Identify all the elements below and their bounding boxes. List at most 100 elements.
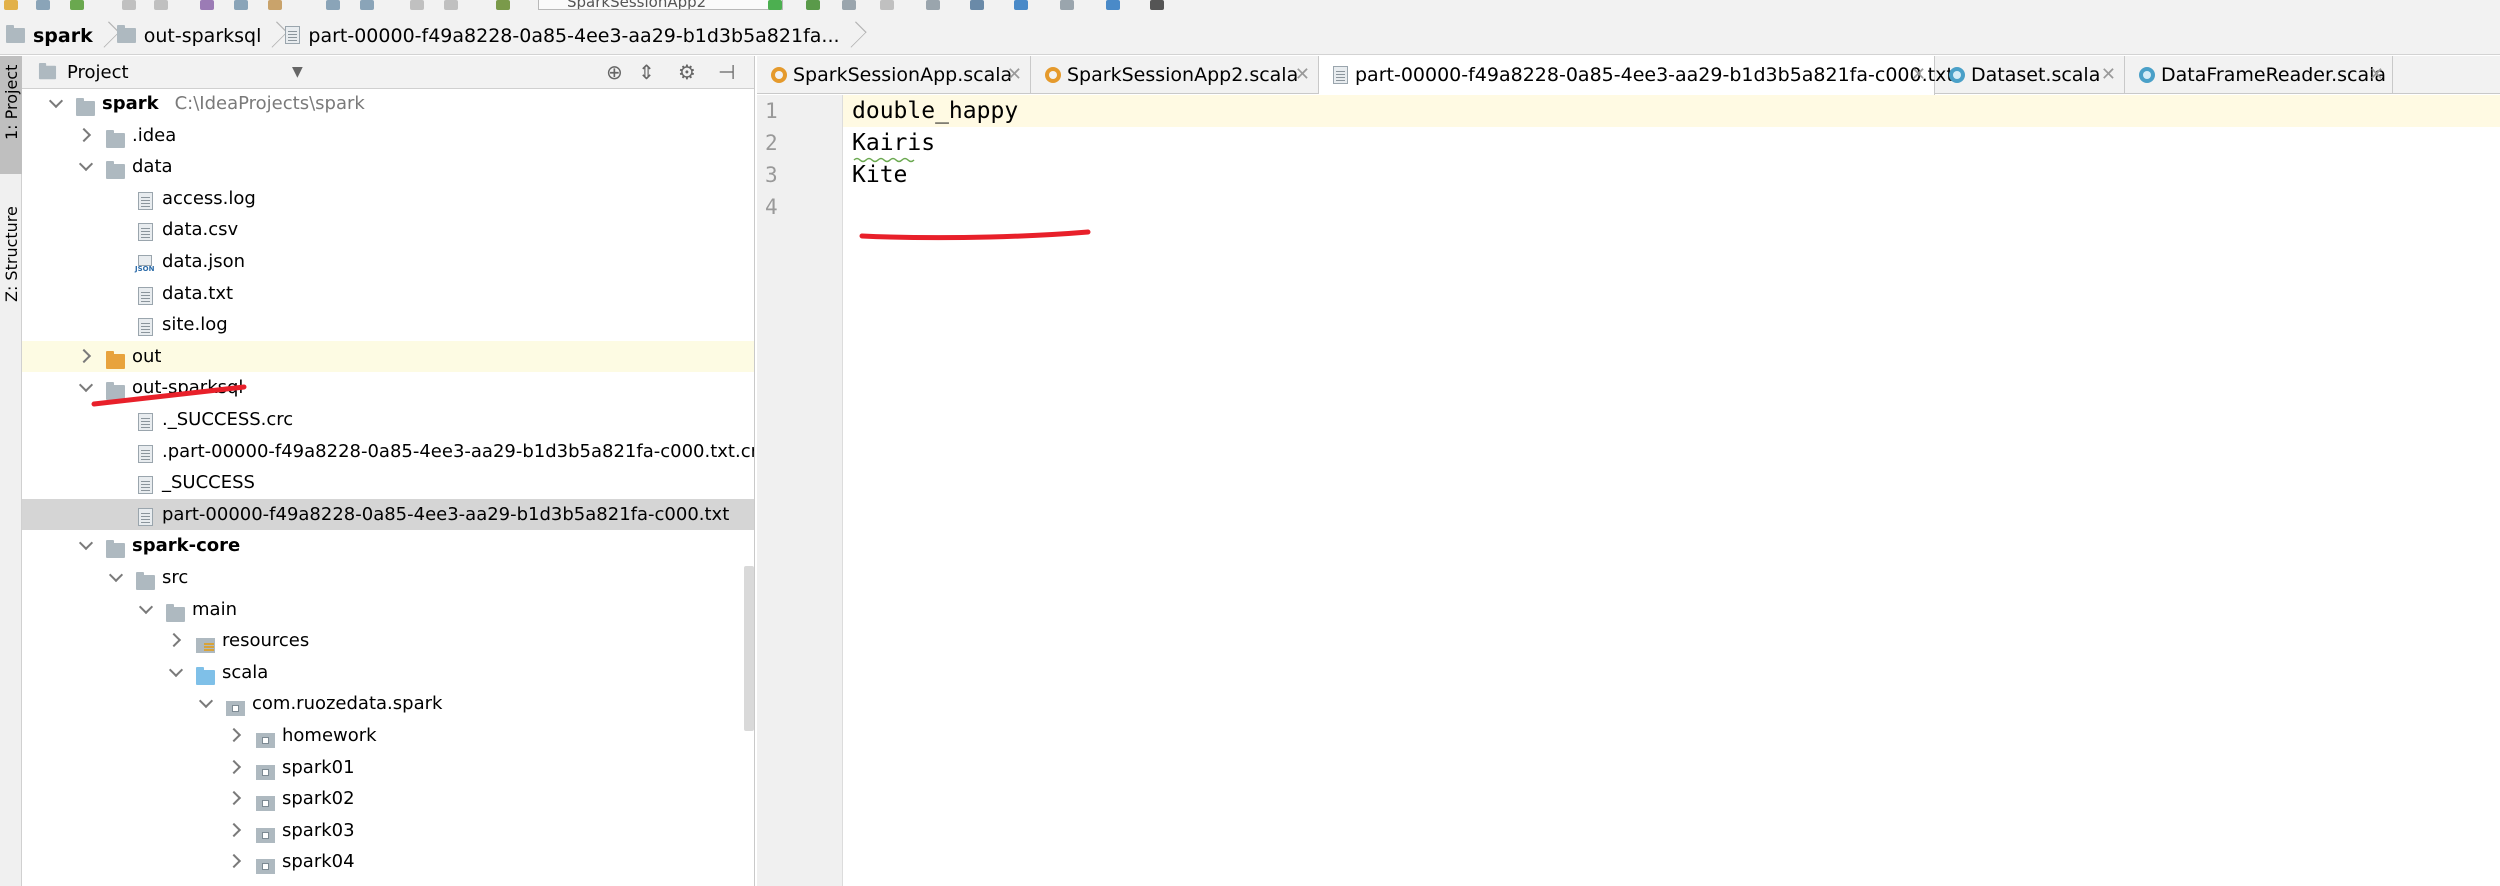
tree-item[interactable]: out-sparksql xyxy=(22,372,754,404)
chevron-down-icon[interactable] xyxy=(168,657,184,688)
project-view-icon xyxy=(38,62,57,79)
paste-icon[interactable] xyxy=(268,0,282,10)
tree-item[interactable]: access.log xyxy=(22,183,754,215)
hide-panel-icon[interactable]: ⊣ xyxy=(718,61,735,83)
line-number: 1 xyxy=(765,99,778,123)
chevron-right-icon[interactable] xyxy=(228,752,244,783)
breadcrumb-item-out-sparksql[interactable]: out-sparksql xyxy=(111,17,268,55)
tree-scrollbar[interactable] xyxy=(744,566,754,731)
tool-tab-project[interactable]: 1: Project xyxy=(0,56,22,174)
chevron-down-icon[interactable] xyxy=(78,151,94,182)
tab-dataset-scala[interactable]: Dataset.scala ✕ xyxy=(1935,56,2125,94)
tree-item[interactable]: src xyxy=(22,562,754,594)
sync-icon[interactable] xyxy=(70,0,84,10)
profile-icon[interactable] xyxy=(1060,0,1074,10)
tree-item[interactable]: main xyxy=(22,594,754,626)
text-editor[interactable]: double_happy Kairis Kite xyxy=(843,95,2500,886)
tree-item[interactable]: .idea xyxy=(22,120,754,152)
debug-icon[interactable] xyxy=(806,0,820,10)
undo-icon[interactable] xyxy=(122,0,136,10)
find-icon[interactable] xyxy=(326,0,340,10)
tree-item[interactable]: scala xyxy=(22,657,754,689)
redo-icon[interactable] xyxy=(154,0,168,10)
tree-item[interactable]: resources xyxy=(22,625,754,657)
close-icon[interactable]: ✕ xyxy=(1911,56,1926,94)
tree-item[interactable]: spark01 xyxy=(22,752,754,784)
gear-icon[interactable]: ⚙ xyxy=(678,61,696,83)
tree-item[interactable]: _SUCCESS xyxy=(22,467,754,499)
structure-icon[interactable] xyxy=(970,0,984,10)
cut-icon[interactable] xyxy=(200,0,214,10)
breadcrumb-label: part-00000-f49a8228-0a85-4ee3-aa29-b1d3b… xyxy=(308,24,840,47)
tool-tab-structure[interactable]: Z: Structure xyxy=(0,190,22,330)
tree-item[interactable]: .part-00000-f49a8228-0a85-4ee3-aa29-b1d3… xyxy=(22,436,754,468)
editor-line[interactable]: Kite xyxy=(852,159,907,191)
chevron-right-icon[interactable] xyxy=(228,783,244,814)
build-icon[interactable] xyxy=(496,0,510,10)
collapse-all-icon[interactable]: ⇕ xyxy=(638,61,655,83)
tree-item[interactable]: homework xyxy=(22,720,754,752)
json-file-icon xyxy=(135,255,154,273)
tab-part-00000-txt[interactable]: part-00000-f49a8228-0a85-4ee3-aa29-b1d3b… xyxy=(1319,56,1954,95)
tab-dataframereader-scala[interactable]: DataFrameReader.scala ✕ xyxy=(2125,56,2393,94)
tree-item[interactable]: spark04 xyxy=(22,846,754,878)
sdk-icon[interactable] xyxy=(1014,0,1028,10)
back-icon[interactable] xyxy=(410,0,424,10)
chevron-right-icon[interactable] xyxy=(228,720,244,751)
close-icon[interactable]: ✕ xyxy=(2101,56,2116,94)
vcs-icon[interactable] xyxy=(926,0,940,10)
chevron-down-icon[interactable] xyxy=(108,562,124,593)
stop-icon[interactable] xyxy=(880,0,894,10)
tab-sparksessionapp-scala[interactable]: SparkSessionApp.scala ✕ xyxy=(757,56,1031,94)
chevron-down-icon[interactable] xyxy=(198,688,214,719)
tree-item[interactable]: data.json xyxy=(22,246,754,278)
close-icon[interactable]: ✕ xyxy=(2369,56,2384,94)
close-icon[interactable]: ✕ xyxy=(1295,56,1310,94)
tree-item[interactable]: site.log xyxy=(22,309,754,341)
tree-item[interactable]: data.csv xyxy=(22,214,754,246)
chevron-right-icon[interactable] xyxy=(168,625,184,656)
chevron-right-icon[interactable] xyxy=(78,341,94,372)
chevron-down-icon[interactable] xyxy=(48,88,64,119)
chevron-down-icon[interactable] xyxy=(138,594,154,625)
scala-class-icon xyxy=(1949,67,1965,83)
run-icon[interactable] xyxy=(768,0,782,10)
coverage-icon[interactable] xyxy=(842,0,856,10)
locate-file-icon[interactable]: ⊕ xyxy=(606,61,623,83)
tree-item[interactable]: part-00000-f49a8228-0a85-4ee3-aa29-b1d3b… xyxy=(22,498,754,531)
chevron-right-icon[interactable] xyxy=(228,846,244,877)
tree-item[interactable]: spark03 xyxy=(22,815,754,847)
help-icon[interactable] xyxy=(1106,0,1120,10)
chevron-right-icon[interactable] xyxy=(78,120,94,151)
forward-icon[interactable] xyxy=(444,0,458,10)
breadcrumb-item-file[interactable]: part-00000-f49a8228-0a85-4ee3-aa29-b1d3b… xyxy=(279,17,845,55)
editor-line[interactable]: Kairis xyxy=(852,127,935,159)
chevron-down-icon[interactable] xyxy=(78,530,94,561)
tree-item[interactable]: out xyxy=(22,340,754,373)
project-view-selector[interactable]: Project xyxy=(67,62,129,83)
close-icon[interactable]: ✕ xyxy=(1007,56,1022,94)
tree-item[interactable]: data.txt xyxy=(22,278,754,310)
copy-icon[interactable] xyxy=(234,0,248,10)
tree-item-label: scala xyxy=(222,661,269,683)
tree-item[interactable]: com.ruozedata.spark xyxy=(22,688,754,720)
open-icon[interactable] xyxy=(4,0,18,10)
save-icon[interactable] xyxy=(36,0,50,10)
chevron-down-icon[interactable] xyxy=(78,372,94,403)
tree-item-label: data.csv xyxy=(162,219,239,241)
tree-item[interactable]: spark C:\IdeaProjects\spark xyxy=(22,88,754,120)
tree-item-label: main xyxy=(192,598,237,620)
tab-sparksessionapp2-scala[interactable]: SparkSessionApp2.scala ✕ xyxy=(1031,56,1319,94)
chevron-right-icon[interactable] xyxy=(228,815,244,846)
breadcrumb-item-spark[interactable]: spark xyxy=(0,17,99,55)
tree-item[interactable]: spark02 xyxy=(22,783,754,815)
tree-item[interactable]: spark-core xyxy=(22,530,754,562)
terminal-icon[interactable] xyxy=(1150,0,1164,10)
run-configuration-selector[interactable]: SparkSessionApp2 xyxy=(538,0,783,10)
replace-icon[interactable] xyxy=(360,0,374,10)
chevron-down-icon[interactable]: ▼ xyxy=(292,61,303,83)
editor-line[interactable]: double_happy xyxy=(852,95,1018,127)
tree-item[interactable]: ._SUCCESS.crc xyxy=(22,404,754,436)
tree-item[interactable]: data xyxy=(22,151,754,183)
tree-item-label: ._SUCCESS.crc xyxy=(162,409,294,430)
